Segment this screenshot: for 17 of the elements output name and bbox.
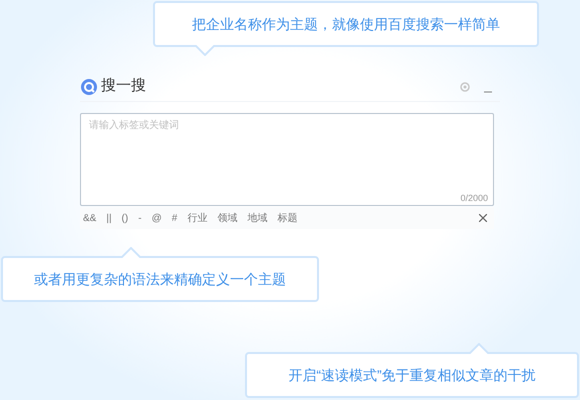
syntax-button[interactable]: 领域 — [217, 210, 238, 226]
callout-tail-icon — [121, 247, 141, 258]
syntax-button[interactable]: 标题 — [277, 210, 298, 226]
search-logo-icon — [81, 78, 97, 94]
syntax-button[interactable]: && — [83, 210, 96, 226]
syntax-button[interactable]: 行业 — [187, 210, 208, 226]
callout-tail-icon — [469, 343, 489, 354]
syntax-button[interactable]: @ — [152, 210, 162, 226]
character-counter: 0/2000 — [460, 192, 488, 204]
panel-title: 搜一搜 — [101, 76, 146, 96]
syntax-button[interactable]: 地域 — [247, 210, 268, 226]
callout-tail-icon — [195, 45, 215, 56]
syntax-button[interactable]: # — [172, 210, 178, 226]
close-icon[interactable] — [479, 214, 487, 222]
syntax-button[interactable]: || — [106, 210, 112, 226]
syntax-button[interactable]: () — [122, 210, 128, 226]
syntax-button[interactable]: - — [138, 210, 142, 226]
